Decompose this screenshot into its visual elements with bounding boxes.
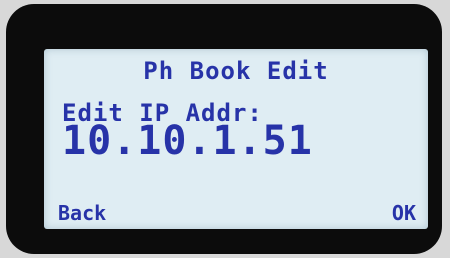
back-softkey[interactable]: Back <box>58 201 106 225</box>
ip-address-field[interactable]: 10.10.1.51 <box>62 117 313 165</box>
screen-title: Ph Book Edit <box>143 57 329 85</box>
ok-softkey[interactable]: OK <box>392 201 416 225</box>
lcd-screen: Ph Book Edit Edit IP Addr: 10.10.1.51 Ba… <box>44 49 428 229</box>
device-bezel: Ph Book Edit Edit IP Addr: 10.10.1.51 Ba… <box>6 4 442 254</box>
